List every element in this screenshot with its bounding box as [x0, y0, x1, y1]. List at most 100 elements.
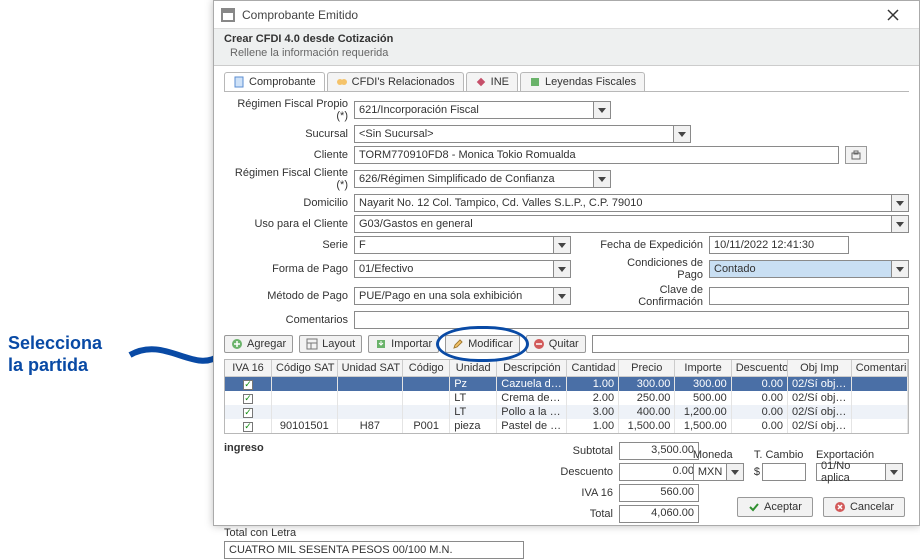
cell: 1.00: [567, 419, 619, 433]
cell: [852, 405, 908, 419]
subtitle-hint: Rellene la información requerida: [214, 47, 919, 66]
toolbar-search[interactable]: [592, 335, 909, 353]
domicilio-combo[interactable]: Nayarit No. 12 Col. Tampico, Cd. Valles …: [354, 194, 909, 212]
serie-combo[interactable]: F: [354, 236, 571, 254]
forma-combo[interactable]: 01/Efectivo: [354, 260, 571, 278]
chevron-down-icon[interactable]: [886, 463, 903, 481]
regcliente-label: Régimen Fiscal Cliente (*): [224, 167, 354, 191]
regimen-combo[interactable]: 621/Incorporación Fiscal: [354, 101, 611, 119]
cell: Cazuela de ...: [497, 377, 567, 391]
chevron-down-icon[interactable]: [892, 194, 909, 212]
col-com[interactable]: Comentarios: [852, 360, 908, 377]
table-row[interactable]: ✓PzCazuela de ...1.00300.00300.000.0002/…: [225, 377, 908, 391]
sucursal-value: <Sin Sucursal>: [354, 125, 674, 143]
cell: [338, 391, 404, 405]
chevron-down-icon[interactable]: [554, 260, 571, 278]
link-icon: [336, 76, 348, 88]
cell: 2.00: [567, 391, 619, 405]
items-grid: IVA 16 Código SAT Unidad SAT Código Unid…: [224, 359, 909, 434]
cell: 250.00: [619, 391, 675, 405]
grid-header: IVA 16 Código SAT Unidad SAT Código Unid…: [225, 360, 908, 377]
table-row[interactable]: ✓LTPollo a la cr...3.00400.001,200.000.0…: [225, 405, 908, 419]
chevron-down-icon[interactable]: [594, 170, 611, 188]
table-row[interactable]: ✓90101501H87P001piezaPastel de 3 l...1.0…: [225, 419, 908, 433]
tab-label: CFDI's Relacionados: [352, 76, 455, 88]
col-uni[interactable]: Unidad: [450, 360, 497, 377]
iva-label: IVA 16: [581, 487, 613, 499]
agregar-button[interactable]: Agregar: [224, 335, 293, 353]
close-button[interactable]: [873, 1, 913, 29]
chevron-down-icon[interactable]: [727, 463, 744, 481]
tab-comprobante[interactable]: Comprobante: [224, 72, 325, 91]
col-usat[interactable]: Unidad SAT: [338, 360, 404, 377]
clave-value[interactable]: [709, 287, 909, 305]
col-imp[interactable]: Importe: [675, 360, 731, 377]
col-csat[interactable]: Código SAT: [272, 360, 338, 377]
cell: [403, 377, 450, 391]
titlebar: Comprobante Emitido: [214, 1, 919, 29]
cell: ✓: [225, 377, 272, 391]
cell: 300.00: [619, 377, 675, 391]
col-cod[interactable]: Código: [403, 360, 450, 377]
cond-label: Condiciones de Pago: [599, 257, 709, 281]
col-desc[interactable]: Descripción: [497, 360, 567, 377]
col-cant[interactable]: Cantidad: [567, 360, 619, 377]
cell: LT: [450, 391, 497, 405]
comentarios-value[interactable]: [354, 311, 909, 329]
cliente-value: TORM770910FD8 - Monica Tokio Romualda: [354, 146, 839, 164]
comentarios-label: Comentarios: [224, 314, 354, 326]
cliente-pick-button[interactable]: [845, 146, 867, 164]
importar-button[interactable]: Importar: [368, 335, 439, 353]
cell: 1,500.00: [619, 419, 675, 433]
metodo-combo[interactable]: PUE/Pago en una sola exhibición: [354, 287, 571, 305]
book-icon: [529, 76, 541, 88]
subtitle: Crear CFDI 4.0 desde Cotización: [214, 29, 919, 47]
col-prec[interactable]: Precio: [619, 360, 675, 377]
chevron-down-icon[interactable]: [892, 215, 909, 233]
export-combo[interactable]: 01/No aplica: [816, 463, 903, 481]
iva-value: 560.00: [619, 484, 699, 502]
chevron-down-icon[interactable]: [892, 260, 909, 278]
modificar-button[interactable]: Modificar: [445, 335, 520, 353]
cell: Pollo a la cr...: [497, 405, 567, 419]
button-label: Importar: [391, 338, 432, 350]
cell: 300.00: [675, 377, 731, 391]
quitar-button[interactable]: Quitar: [526, 335, 586, 353]
tab-ine[interactable]: INE: [466, 72, 518, 91]
serie-value: F: [354, 236, 554, 254]
cond-combo[interactable]: Contado: [709, 260, 909, 278]
cell: [272, 405, 338, 419]
cell: 02/Sí objeto...: [788, 377, 852, 391]
layout-button[interactable]: Layout: [299, 335, 362, 353]
subtotal-label: Subtotal: [573, 445, 613, 457]
tab-cfdi-relacionados[interactable]: CFDI's Relacionados: [327, 72, 464, 91]
chevron-down-icon[interactable]: [594, 101, 611, 119]
window-title: Comprobante Emitido: [242, 8, 873, 22]
clave-label: Clave de Confirmación: [599, 284, 709, 308]
table-row[interactable]: ✓LTCrema de C...2.00250.00500.000.0002/S…: [225, 391, 908, 405]
cell: Pastel de 3 l...: [497, 419, 567, 433]
form: Régimen Fiscal Propio (*) 621/Incorporac…: [214, 92, 919, 329]
col-iva[interactable]: IVA 16: [225, 360, 272, 377]
chevron-down-icon[interactable]: [554, 287, 571, 305]
fecha-value[interactable]: 10/11/2022 12:41:30: [709, 236, 849, 254]
chevron-down-icon[interactable]: [674, 125, 691, 143]
tcambio-value[interactable]: [762, 463, 806, 481]
total-label: Total: [590, 508, 613, 520]
regcliente-combo[interactable]: 626/Régimen Simplificado de Confianza: [354, 170, 611, 188]
col-obj[interactable]: Obj Imp: [788, 360, 852, 377]
uso-combo[interactable]: G03/Gastos en general: [354, 215, 909, 233]
chevron-down-icon[interactable]: [554, 236, 571, 254]
tab-leyendas[interactable]: Leyendas Fiscales: [520, 72, 645, 91]
edit-icon: [452, 338, 464, 350]
cancelar-button[interactable]: Cancelar: [823, 497, 905, 517]
aceptar-button[interactable]: Aceptar: [737, 497, 813, 517]
moneda-combo[interactable]: MXN: [693, 463, 744, 481]
cell: LT: [450, 405, 497, 419]
button-label: Agregar: [247, 338, 286, 350]
sucursal-combo[interactable]: <Sin Sucursal>: [354, 125, 691, 143]
button-label: Modificar: [468, 338, 513, 350]
subtitle-main: Crear CFDI 4.0 desde Cotización: [224, 33, 393, 45]
regimen-value: 621/Incorporación Fiscal: [354, 101, 594, 119]
col-dto[interactable]: Descuento: [732, 360, 788, 377]
